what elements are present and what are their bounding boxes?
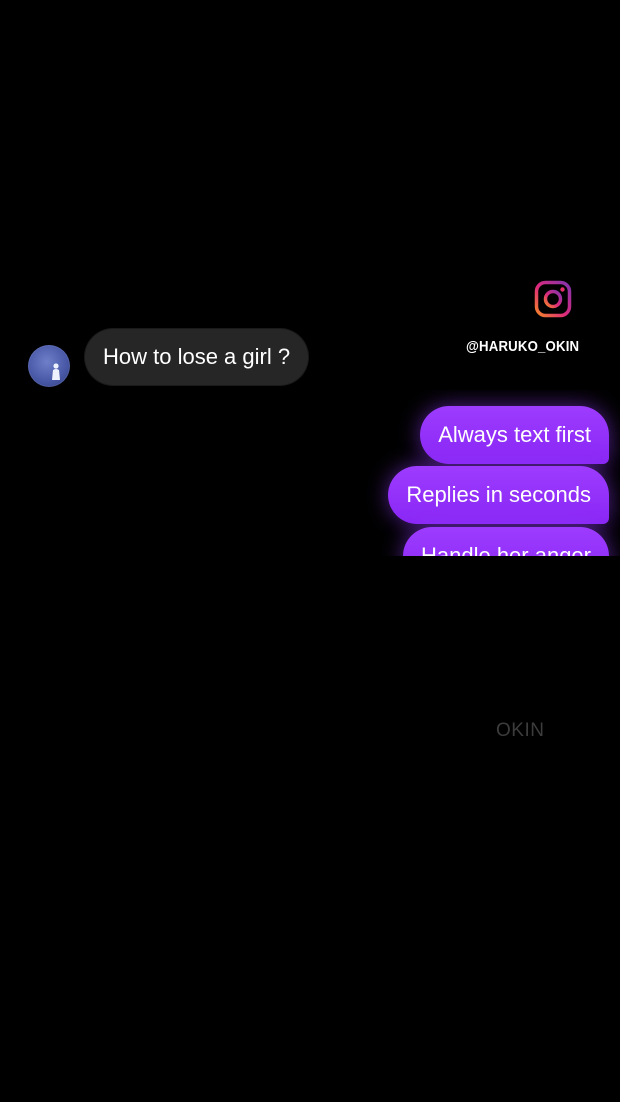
avatar-figure-icon <box>52 363 60 380</box>
outgoing-message: Replies in seconds <box>388 466 609 524</box>
instagram-icon <box>534 280 572 318</box>
outgoing-message: Handle her anger <box>402 527 609 556</box>
instagram-handle: @HARUKO_OKIN <box>466 338 580 355</box>
avatar[interactable] <box>28 345 70 387</box>
incoming-message: How to lose a girl ? <box>85 329 309 385</box>
outgoing-messages: Always text first Replies in seconds Han… <box>340 390 620 556</box>
outgoing-message: Always text first <box>420 406 609 464</box>
watermark: OKIN <box>496 720 545 741</box>
